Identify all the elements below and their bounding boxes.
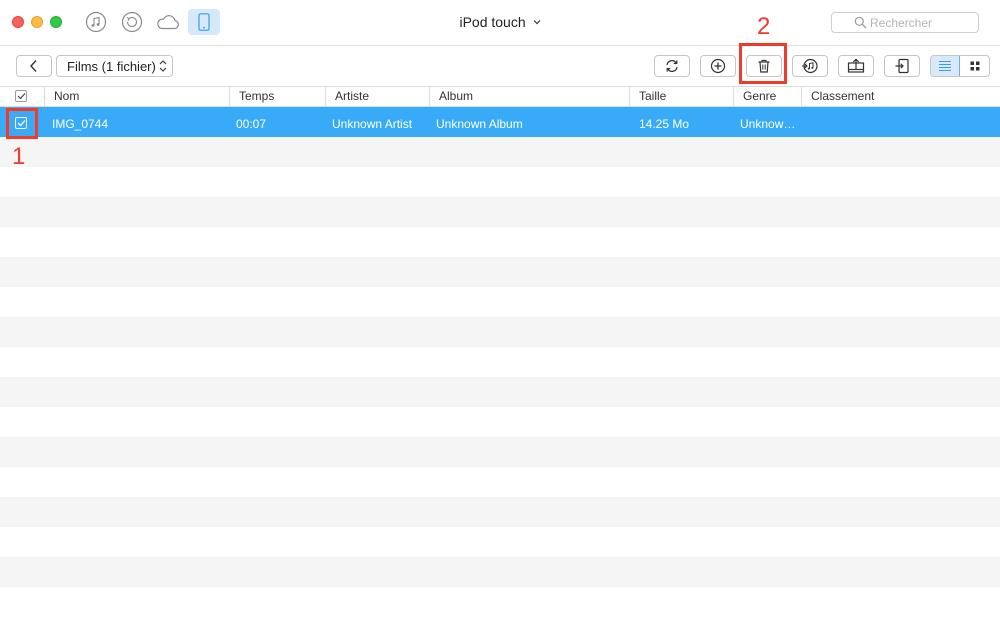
column-header-album[interactable]: Album — [429, 87, 629, 106]
send-to-device-icon — [894, 58, 910, 74]
category-select-label: Films (1 fichier) — [67, 58, 156, 74]
device-title[interactable]: iPod touch — [459, 14, 525, 30]
grid-view-button[interactable] — [960, 56, 989, 76]
grid-view-icon — [970, 61, 980, 71]
cell-genre: Unknow… — [740, 117, 796, 131]
up-down-arrows-icon — [159, 59, 167, 76]
search-input[interactable] — [870, 14, 974, 31]
backup-restore-icon[interactable] — [120, 10, 144, 34]
view-mode-switch — [930, 55, 990, 77]
cell-size: 14.25 Mo — [639, 117, 690, 131]
add-icon — [710, 58, 726, 74]
empty-row — [0, 287, 1000, 317]
search-icon — [854, 16, 867, 34]
column-header-genre[interactable]: Genre — [733, 87, 801, 106]
export-to-computer-icon — [847, 58, 865, 74]
empty-row — [0, 197, 1000, 227]
empty-row — [0, 467, 1000, 497]
checkmark-icon — [17, 92, 26, 100]
column-header-rating[interactable]: Classement — [801, 87, 1000, 106]
file-list: IMG_0744 00:07 Unknown Artist Unknown Al… — [0, 107, 1000, 617]
ipod-device-icon — [198, 13, 210, 31]
title-bar: iPod touch — [0, 0, 1000, 46]
refresh-button[interactable] — [654, 55, 690, 77]
empty-row — [0, 437, 1000, 467]
send-to-device-button[interactable] — [884, 55, 920, 77]
table-row[interactable]: IMG_0744 00:07 Unknown Artist Unknown Al… — [0, 107, 1000, 137]
list-view-icon — [938, 60, 952, 72]
annotation-number-1: 1 — [12, 143, 26, 170]
empty-row — [0, 557, 1000, 587]
zoom-window-button[interactable] — [50, 16, 62, 28]
column-header-time[interactable]: Temps — [229, 87, 325, 106]
empty-row — [0, 137, 1000, 167]
itunes-export-icon — [801, 57, 819, 75]
cell-name: IMG_0744 — [52, 117, 109, 131]
empty-row — [0, 497, 1000, 527]
category-select[interactable]: Films (1 fichier) — [56, 55, 173, 77]
minimize-window-button[interactable] — [31, 16, 43, 28]
column-header-size[interactable]: Taille — [629, 87, 733, 106]
toolbar: Films (1 fichier) — [0, 46, 1000, 86]
column-header-artist[interactable]: Artiste — [325, 87, 429, 106]
table-header: Nom Temps Artiste Album Taille Genre Cla… — [0, 86, 1000, 107]
empty-row — [0, 347, 1000, 377]
add-button[interactable] — [700, 55, 736, 77]
empty-row — [0, 317, 1000, 347]
empty-row — [0, 257, 1000, 287]
export-to-itunes-button[interactable] — [792, 55, 828, 77]
empty-row — [0, 167, 1000, 197]
annotation-number-2: 2 — [757, 13, 771, 40]
cell-album: Unknown Album — [436, 117, 523, 131]
list-view-button[interactable] — [931, 56, 961, 76]
annotation-box-checkbox — [6, 108, 38, 139]
cell-time: 00:07 — [236, 117, 267, 131]
empty-row — [0, 227, 1000, 257]
chevron-down-icon[interactable] — [533, 12, 541, 28]
chevron-left-icon — [29, 59, 39, 73]
cell-artist: Unknown Artist — [332, 117, 413, 131]
empty-row — [0, 587, 1000, 617]
annotation-box-delete — [739, 43, 787, 84]
back-button[interactable] — [16, 55, 52, 77]
column-header-name[interactable]: Nom — [44, 87, 229, 106]
search-box[interactable] — [831, 12, 979, 33]
empty-row — [0, 377, 1000, 407]
close-window-button[interactable] — [12, 16, 24, 28]
empty-row — [0, 527, 1000, 557]
empty-row — [0, 407, 1000, 437]
refresh-icon — [664, 58, 680, 74]
device-tab-button[interactable] — [188, 9, 220, 35]
icloud-icon[interactable] — [154, 10, 182, 34]
cell-rating — [809, 107, 994, 137]
export-to-computer-button[interactable] — [838, 55, 874, 77]
music-icon[interactable] — [84, 10, 108, 34]
select-all-checkbox[interactable] — [15, 90, 27, 102]
